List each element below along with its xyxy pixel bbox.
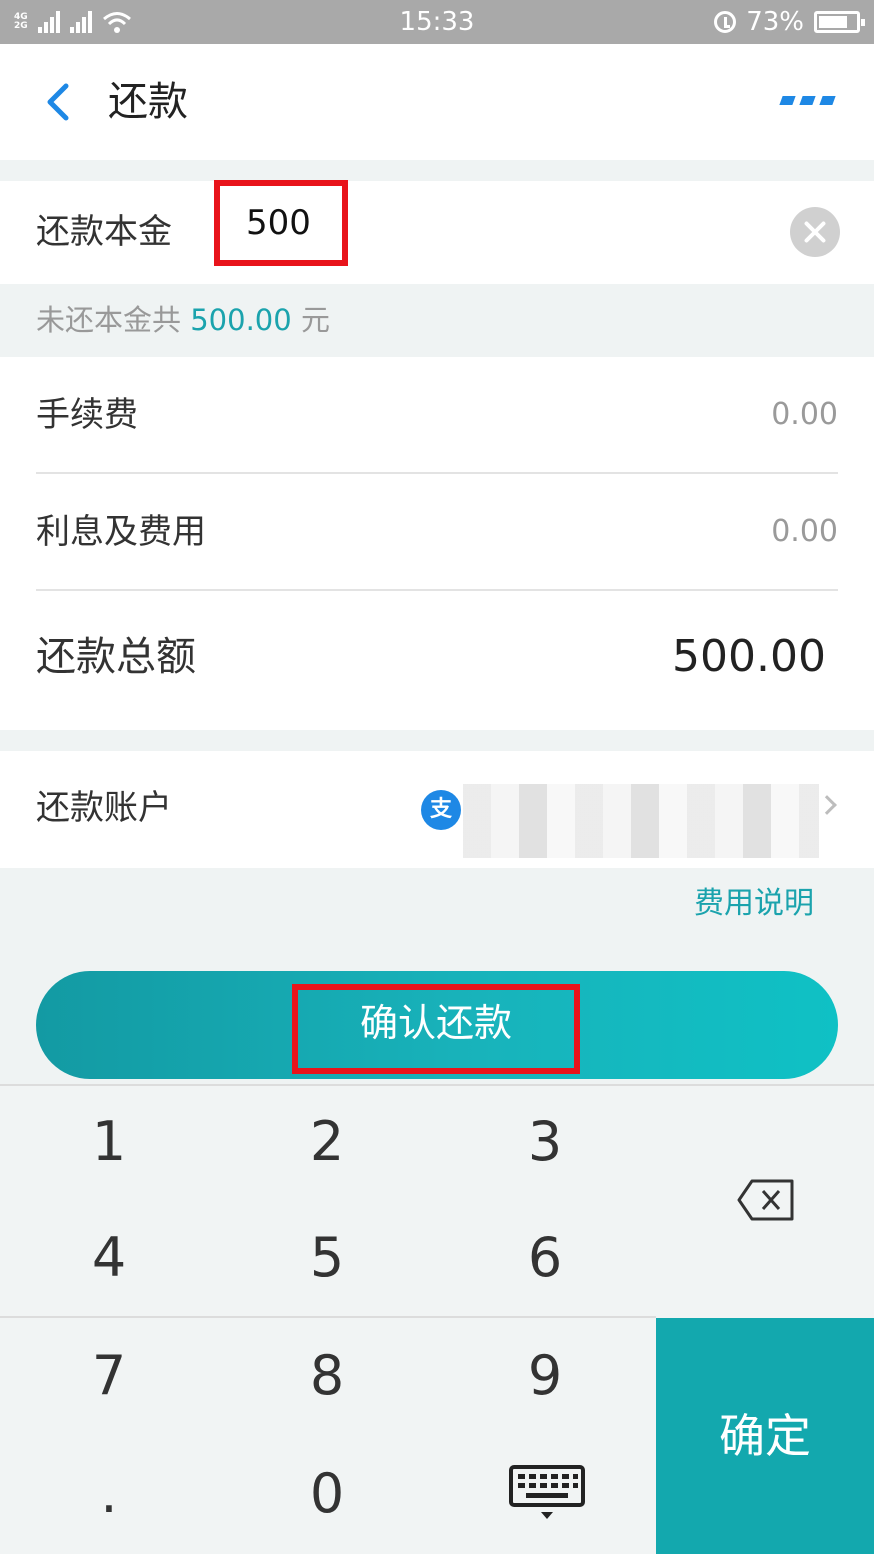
interest-row: 利息及费用 0.00	[0, 474, 874, 590]
handling-fee-label: 手续费	[36, 395, 138, 435]
back-icon[interactable]	[38, 80, 82, 124]
remaining-unit: 元	[300, 303, 330, 337]
more-icon[interactable]	[779, 96, 836, 105]
handling-fee-value: 0.00	[771, 397, 838, 432]
status-bar: 4G 2G 15:33 73%	[0, 0, 874, 44]
key-dot[interactable]: .	[0, 1436, 218, 1552]
confirm-repay-label: 确认还款	[359, 1001, 512, 1045]
key-2[interactable]: 2	[218, 1084, 436, 1200]
key-5[interactable]: 5	[218, 1200, 436, 1316]
principal-row: 还款本金	[0, 181, 874, 284]
key-8[interactable]: 8	[218, 1318, 436, 1434]
remaining-text: 未还本金共 500.00 元	[36, 284, 330, 357]
principal-label: 还款本金	[36, 212, 172, 252]
ok-key[interactable]: 确定	[656, 1318, 874, 1554]
key-9[interactable]: 9	[436, 1318, 654, 1434]
principal-amount-input[interactable]: 500	[214, 180, 348, 266]
remaining-principal: 未还本金共 500.00 元	[0, 284, 874, 357]
status-right: 73%	[714, 6, 865, 38]
account-name-blurred	[463, 784, 819, 858]
key-1[interactable]: 1	[0, 1084, 218, 1200]
battery-icon	[814, 11, 865, 33]
key-7[interactable]: 7	[0, 1318, 218, 1434]
key-4[interactable]: 4	[0, 1200, 218, 1316]
clear-icon[interactable]	[790, 207, 840, 257]
alipay-icon: 支	[421, 790, 461, 830]
screen: 4G 2G 15:33 73% 还款 还款本金 500 未还本金共 500.00…	[0, 0, 874, 1554]
remaining-prefix: 未还本金共	[36, 303, 182, 337]
account-label: 还款账户	[36, 788, 172, 828]
interest-label: 利息及费用	[36, 512, 206, 552]
key-6[interactable]: 6	[436, 1200, 654, 1316]
handling-fee-row: 手续费 0.00	[0, 357, 874, 473]
key-3[interactable]: 3	[436, 1084, 654, 1200]
total-label: 还款总额	[36, 634, 196, 680]
page-title: 还款	[108, 79, 188, 125]
remaining-amount: 500.00	[190, 303, 292, 337]
nav-bar: 还款	[0, 44, 874, 160]
alarm-icon	[714, 11, 737, 33]
key-0[interactable]: 0	[218, 1436, 436, 1552]
fee-card: 手续费 0.00 利息及费用 0.00 还款总额 500.00	[0, 357, 874, 730]
fee-explanation-link[interactable]: 费用说明	[694, 882, 814, 926]
total-row: 还款总额 500.00	[0, 591, 874, 730]
backspace-icon[interactable]	[736, 1178, 796, 1222]
hide-keyboard-icon[interactable]	[508, 1464, 586, 1522]
interest-value: 0.00	[771, 514, 838, 549]
total-value: 500.00	[672, 631, 826, 682]
battery-percent: 73%	[746, 7, 804, 37]
